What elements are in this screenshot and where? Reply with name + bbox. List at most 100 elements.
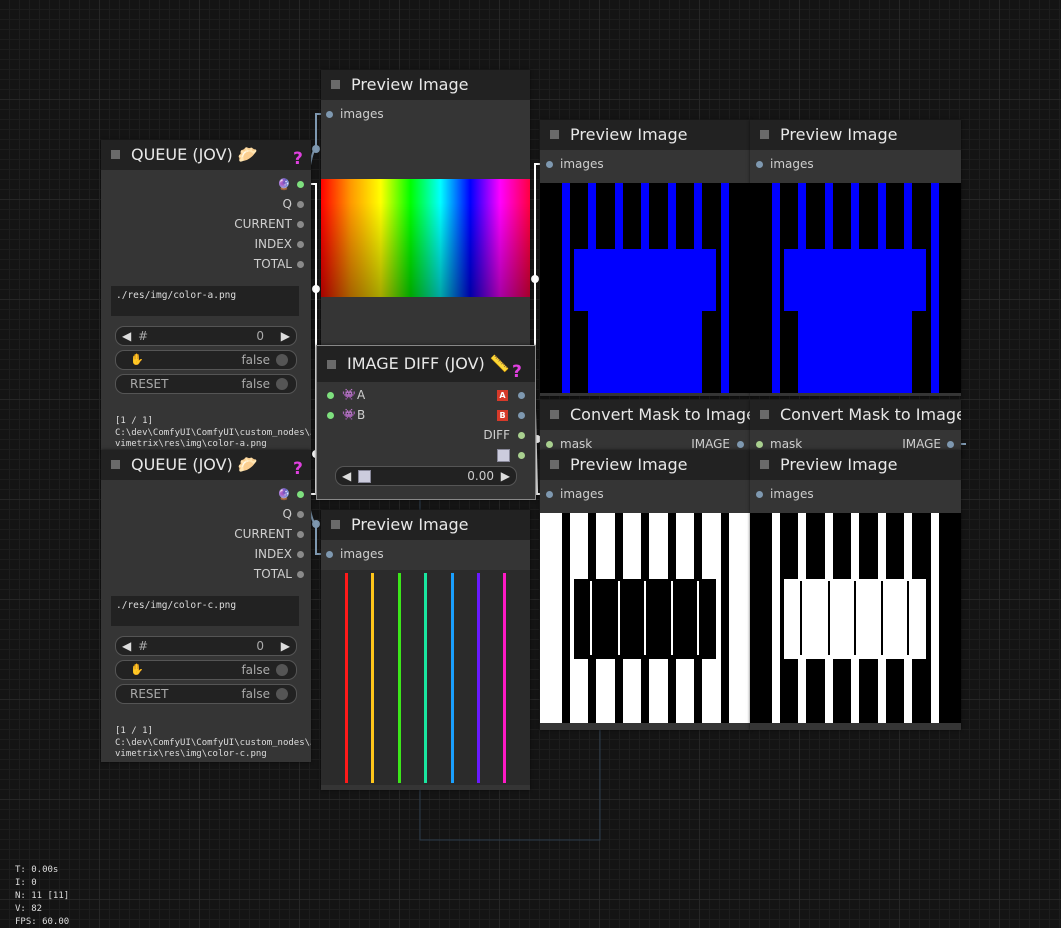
hold-toggle[interactable]: ✋ false bbox=[115, 350, 297, 370]
node-title-bar[interactable]: Preview Image bbox=[750, 450, 961, 480]
index-stepper[interactable]: ◀ # 0 ▶ bbox=[115, 326, 297, 346]
node-title-bar[interactable]: Preview Image bbox=[540, 450, 750, 480]
output-dot[interactable] bbox=[297, 181, 304, 188]
blue-diff-svg bbox=[562, 183, 729, 393]
collapse-icon[interactable] bbox=[331, 80, 340, 89]
output-dot[interactable] bbox=[297, 201, 304, 208]
input-dot[interactable] bbox=[326, 551, 333, 558]
collapse-icon[interactable] bbox=[331, 520, 340, 529]
reset-label: RESET bbox=[130, 377, 169, 391]
input-b: B bbox=[357, 408, 366, 422]
queue-textarea[interactable]: ./res/img/color-c.png bbox=[111, 596, 299, 626]
convert-mask-node-2[interactable]: Convert Mask to Image mask IMAGE bbox=[750, 400, 961, 455]
color-bar bbox=[450, 573, 454, 783]
output-dot[interactable] bbox=[297, 221, 304, 228]
collapse-icon[interactable] bbox=[760, 410, 769, 419]
preview-node-bottom[interactable]: Preview Image images bbox=[321, 510, 530, 790]
output-dot[interactable] bbox=[297, 511, 304, 518]
increment-arrow-icon[interactable]: ▶ bbox=[281, 327, 290, 345]
collapse-icon[interactable] bbox=[550, 460, 559, 469]
input-a: A bbox=[357, 388, 366, 402]
convert-mask-node-1[interactable]: Convert Mask to Image mask IMAGE bbox=[540, 400, 750, 455]
node-title-bar[interactable]: QUEUE (JOV) 🥟 ? bbox=[101, 140, 311, 170]
output-dot[interactable] bbox=[518, 392, 525, 399]
help-icon[interactable]: ? bbox=[293, 144, 303, 174]
threshold-slider[interactable]: ◀ 0.00 ▶ bbox=[335, 466, 517, 486]
preview-node-right-2[interactable]: Preview Image images bbox=[750, 120, 961, 396]
preview-node-right-4[interactable]: Preview Image images bbox=[750, 450, 961, 730]
index-stepper[interactable]: ◀ # 0 ▶ bbox=[115, 636, 297, 656]
output-b-badge-icon: B bbox=[497, 410, 508, 421]
output-dot[interactable] bbox=[297, 241, 304, 248]
output-total: TOTAL bbox=[253, 567, 292, 581]
node-title-bar[interactable]: Preview Image bbox=[321, 510, 530, 540]
input-dot[interactable] bbox=[756, 161, 763, 168]
collapse-icon[interactable] bbox=[327, 360, 336, 369]
output-dot[interactable] bbox=[737, 441, 744, 448]
output-dot[interactable] bbox=[947, 441, 954, 448]
output-dot[interactable] bbox=[297, 571, 304, 578]
node-title-bar[interactable]: Preview Image bbox=[540, 120, 750, 150]
decrement-arrow-icon[interactable]: ◀ bbox=[122, 327, 131, 345]
node-title: QUEUE (JOV) 🥟 bbox=[131, 455, 258, 474]
decrement-arrow-icon[interactable]: ◀ bbox=[342, 467, 351, 485]
collapse-icon[interactable] bbox=[111, 460, 120, 469]
help-icon[interactable]: ? bbox=[293, 454, 303, 484]
increment-arrow-icon[interactable]: ▶ bbox=[281, 637, 290, 655]
output-dot[interactable] bbox=[518, 412, 525, 419]
input-dot[interactable] bbox=[327, 392, 334, 399]
collapse-icon[interactable] bbox=[111, 150, 120, 159]
collapse-icon[interactable] bbox=[550, 130, 559, 139]
output-dot[interactable] bbox=[518, 432, 525, 439]
collapse-icon[interactable] bbox=[760, 130, 769, 139]
input-dot[interactable] bbox=[546, 161, 553, 168]
current-path-line-2: vimetrix\res\img\color-a.png bbox=[115, 439, 267, 449]
input-dot[interactable] bbox=[756, 441, 763, 448]
node-title: Convert Mask to Image bbox=[570, 405, 750, 424]
node-title: Preview Image bbox=[570, 125, 688, 144]
input-images: images bbox=[340, 547, 384, 561]
help-icon[interactable]: ? bbox=[512, 354, 522, 390]
input-dot[interactable] bbox=[326, 111, 333, 118]
input-dot[interactable] bbox=[756, 491, 763, 498]
input-dot[interactable] bbox=[546, 491, 553, 498]
node-title-bar[interactable]: Convert Mask to Image bbox=[750, 400, 961, 430]
collapse-icon[interactable] bbox=[760, 460, 769, 469]
reset-toggle[interactable]: RESET false bbox=[115, 684, 297, 704]
color-bar bbox=[503, 573, 507, 783]
reset-value: false bbox=[241, 377, 270, 391]
node-title: Preview Image bbox=[351, 75, 469, 94]
output-dot[interactable] bbox=[297, 491, 304, 498]
decrement-arrow-icon[interactable]: ◀ bbox=[122, 637, 131, 655]
collapse-icon[interactable] bbox=[550, 410, 559, 419]
input-dot[interactable] bbox=[327, 412, 334, 419]
node-title-bar[interactable]: Preview Image bbox=[321, 70, 530, 100]
increment-arrow-icon[interactable]: ▶ bbox=[501, 467, 510, 485]
queue-node-a[interactable]: QUEUE (JOV) 🥟 ? 🔮 Q CURRENT INDEX TOTAL … bbox=[101, 140, 311, 452]
preview-node-right-3[interactable]: Preview Image images bbox=[540, 450, 750, 730]
node-title-bar[interactable]: Convert Mask to Image bbox=[540, 400, 750, 430]
queue-textarea[interactable]: ./res/img/color-a.png bbox=[111, 286, 299, 316]
preview-node-right-1[interactable]: Preview Image images bbox=[540, 120, 750, 396]
node-title-bar[interactable]: IMAGE DIFF (JOV) 📏 ? bbox=[317, 346, 535, 382]
stat-time: T: 0.00s bbox=[15, 865, 59, 875]
output-q: Q bbox=[282, 197, 292, 211]
preview-node-top[interactable]: Preview Image images bbox=[321, 70, 530, 348]
output-index: INDEX bbox=[254, 547, 292, 561]
hold-toggle[interactable]: ✋ false bbox=[115, 660, 297, 680]
reset-toggle[interactable]: RESET false bbox=[115, 374, 297, 394]
image-diff-node[interactable]: IMAGE DIFF (JOV) 📏 ? 👾 A 👾 B A B DIFF ◀ … bbox=[316, 345, 536, 500]
toggle-knob bbox=[276, 354, 288, 366]
output-q: Q bbox=[282, 507, 292, 521]
node-title-bar[interactable]: QUEUE (JOV) 🥟 ? bbox=[101, 450, 311, 480]
output-dot[interactable] bbox=[518, 452, 525, 459]
output-dot[interactable] bbox=[297, 531, 304, 538]
toggle-knob bbox=[276, 688, 288, 700]
output-dot[interactable] bbox=[297, 261, 304, 268]
output-dot[interactable] bbox=[297, 551, 304, 558]
node-title: IMAGE DIFF (JOV) 📏 bbox=[347, 354, 510, 373]
node-title-bar[interactable]: Preview Image bbox=[750, 120, 961, 150]
input-dot[interactable] bbox=[546, 441, 553, 448]
queue-node-c[interactable]: QUEUE (JOV) 🥟 ? 🔮 Q CURRENT INDEX TOTAL … bbox=[101, 450, 311, 762]
blue-diff-image bbox=[540, 183, 750, 393]
